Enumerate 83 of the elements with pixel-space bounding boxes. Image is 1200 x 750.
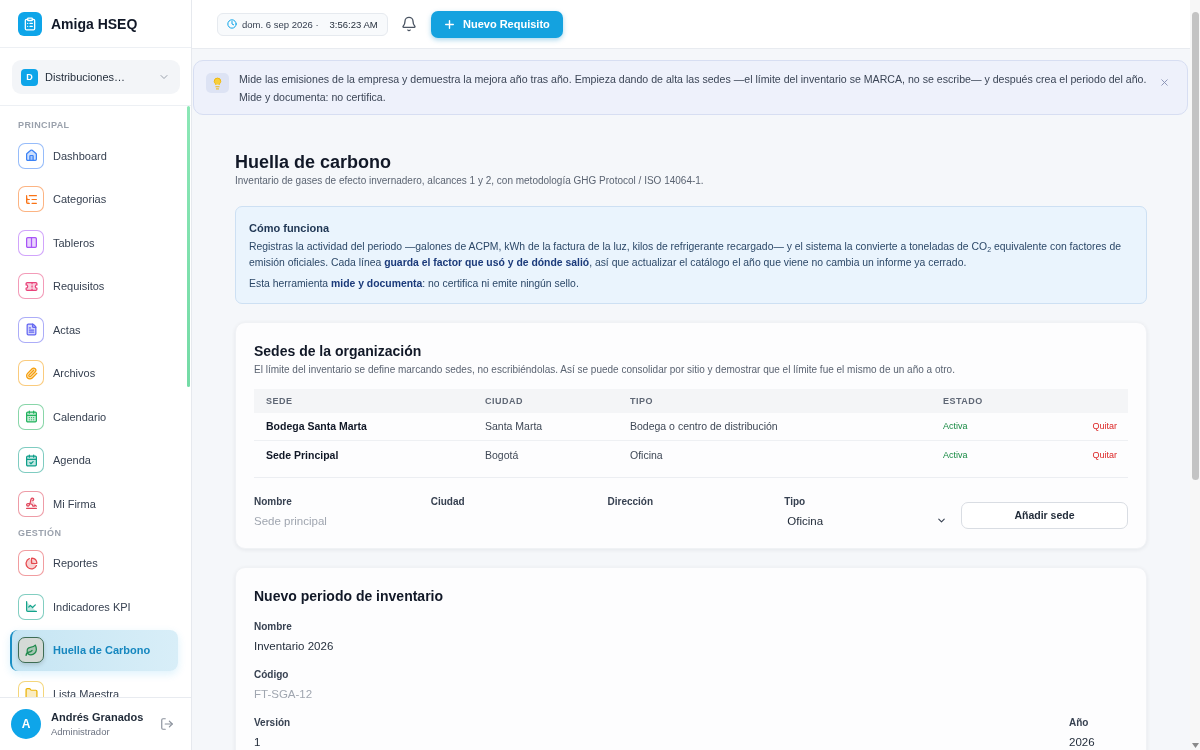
status-text: Activa — [943, 449, 968, 460]
sidebar-item[interactable]: Lista Maestra — [10, 673, 178, 697]
close-icon[interactable] — [1159, 77, 1170, 88]
add-site-button[interactable]: Añadir sede — [961, 501, 1128, 529]
column-header: TIPO — [630, 395, 653, 406]
sidebar-item[interactable]: Actas — [10, 309, 178, 350]
input-field[interactable]: FT-SGA-12 — [254, 684, 1128, 703]
field-label: Tipo — [784, 495, 806, 508]
scrollbar-thumb[interactable] — [1191, 12, 1199, 480]
input-field[interactable]: Inventario 2026 — [254, 636, 1128, 655]
signature-icon — [18, 490, 44, 517]
user-role: Administrador — [51, 726, 110, 737]
panel-title: Cómo funciona — [249, 221, 331, 235]
sidebar-item[interactable]: Indicadores KPI — [10, 586, 178, 627]
leaf-icon — [18, 637, 44, 663]
card-title: Sedes de la organización — [254, 341, 423, 360]
user-avatar: A — [11, 709, 41, 739]
sidebar-item[interactable]: Dashboard — [10, 135, 178, 176]
panel-paragraph: Esta herramienta mide y documenta: no certifica ni emite ningún sello. — [249, 277, 580, 291]
clipboard-icon — [18, 11, 42, 36]
plus-icon — [443, 17, 456, 31]
time-text: 3:56:23 AM — [329, 18, 378, 30]
sidebar-item[interactable]: Calendario — [10, 396, 178, 437]
table-cell: Bogotá — [485, 448, 519, 461]
date-text: dom. 6 sep 2026 · — [242, 18, 319, 30]
document-icon — [18, 316, 44, 343]
lightbulb-icon — [206, 73, 229, 93]
field-label: Dirección — [607, 495, 654, 508]
table-cell: Bodega Santa Marta — [266, 420, 367, 432]
field-label: Nombre — [254, 620, 292, 633]
sidebar-item[interactable]: Categorias — [10, 178, 178, 220]
sidebar-item[interactable]: Agenda — [10, 439, 178, 481]
column-header: SEDE — [266, 395, 293, 406]
house-icon — [18, 142, 44, 169]
column-header: ESTADO — [943, 395, 983, 406]
calendar-icon — [18, 403, 44, 430]
columns-icon — [18, 229, 44, 256]
organization-selector[interactable]: D Distribuciones… — [12, 60, 180, 94]
panel-paragraph: Registras la actividad del periodo —galones de ACPM, kWh de la factura de la luz, kilos de refrigerante recargado— y el sistema la convierte a toneladas de CO$_{2}$ equivalente con factores de emisión oficiales. Cada línea guarda el factor que usó y de dónde salió, así que actualizar el catálogo el año que viene no cambia un informe ya cerrado. — [249, 240, 1122, 270]
table-cell: Oficina — [630, 448, 663, 461]
page-subtitle: Inventario de gases de efecto invernadero, alcances 1 y 2, con metodología GHG Protocol / ISO 14064-1. — [235, 174, 705, 188]
type-select[interactable]: Oficina — [784, 511, 951, 530]
table-cell: Santa Marta — [485, 420, 543, 432]
section-title: GESTIÓN — [18, 526, 62, 539]
calendar-check-icon — [18, 447, 44, 473]
sidebar-item[interactable]: Mi Firma — [10, 483, 178, 524]
field-label: Código — [254, 668, 289, 681]
table-cell: Bodega o centro de distribución — [630, 420, 778, 432]
remove-button[interactable]: Quitar — [1092, 421, 1117, 431]
input-field[interactable]: Sede principal — [254, 511, 421, 530]
user-name: Andrés Granados — [51, 711, 144, 723]
chevron-down-icon — [936, 515, 947, 526]
column-header: CIUDAD — [485, 395, 523, 406]
card-title: Nuevo periodo de inventario — [254, 586, 445, 605]
section-title: PRINCIPAL — [18, 119, 70, 131]
bell-icon[interactable] — [401, 16, 417, 32]
brand-name: Amiga HSEQ — [51, 15, 138, 32]
page-title: Huella de carbono — [235, 151, 393, 173]
paperclip-icon — [18, 360, 44, 386]
input-field[interactable]: 1 — [254, 732, 1059, 750]
card-description: El límite del inventario se define marcando sedes, no escribiéndolas. Así se puede consolidar por sitio y demostrar que el límite fue el mismo de un año a otro. — [254, 362, 956, 377]
status-text: Activa — [943, 421, 968, 431]
scroll-down-arrow-icon[interactable] — [1191, 743, 1199, 748]
field-label: Año — [1069, 716, 1089, 729]
banner-text: Mide las emisiones de la empresa y demuestra la mejora año tras año. Empieza dando de alta las sedes —el límite del inventario se MARCA, no se escribe— y después crea el periodo del año. Mide y documenta: no certifica. — [239, 72, 1148, 105]
logout-icon[interactable] — [160, 717, 174, 731]
table-cell: Sede Principal — [266, 448, 339, 461]
sidebar-item[interactable]: Archivos — [10, 352, 178, 394]
sidebar-item[interactable]: Reportes — [10, 542, 178, 584]
scrollbar-thumb[interactable] — [187, 106, 190, 387]
tree-icon — [18, 186, 44, 212]
field-label: Versión — [254, 716, 291, 729]
field-label: Nombre — [254, 495, 292, 508]
clock-icon — [227, 19, 237, 29]
sidebar-item[interactable]: Tableros — [10, 222, 178, 263]
line-chart-icon — [18, 593, 44, 620]
organization-avatar: D — [21, 68, 38, 86]
remove-button[interactable]: Quitar — [1092, 449, 1117, 460]
input-field[interactable]: 2026 — [1069, 732, 1128, 750]
field-label: Ciudad — [430, 495, 465, 508]
sidebar-item[interactable]: Requisitos — [10, 265, 178, 307]
ticket-icon — [18, 273, 44, 299]
pie-chart-icon — [18, 550, 44, 576]
